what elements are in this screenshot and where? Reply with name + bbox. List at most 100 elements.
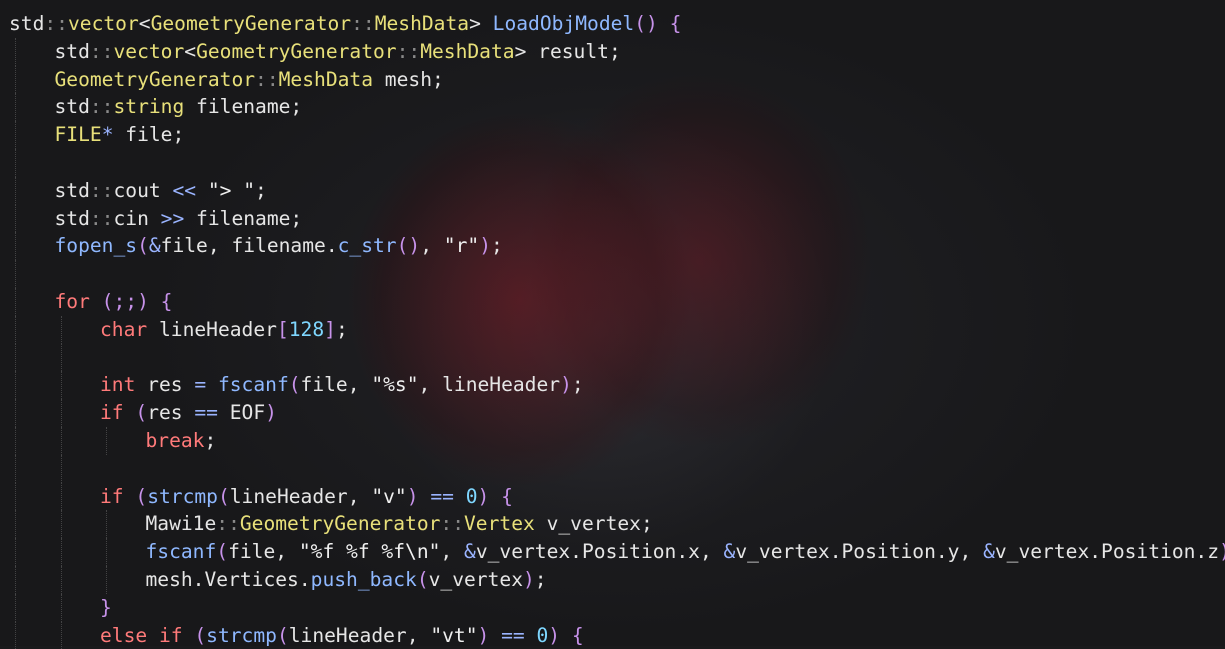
code-token: [454, 485, 466, 508]
code-line[interactable]: for (;;) {: [0, 288, 1225, 316]
code-token: char: [100, 318, 147, 341]
code-token: ;: [204, 429, 216, 452]
indent-guide: [15, 260, 16, 288]
code-line[interactable]: [0, 344, 1225, 372]
code-line[interactable]: if (res == EOF): [0, 399, 1225, 427]
code-token: cin: [113, 207, 160, 230]
code-line[interactable]: fopen_s(&file, filename.c_str(), "r");: [0, 232, 1225, 260]
indent-guide: [15, 121, 16, 149]
code-token: >>: [161, 207, 185, 230]
code-token: GeometryGenerator: [151, 12, 352, 35]
code-token: [525, 624, 537, 647]
indent-guide: [15, 205, 16, 233]
code-token: fscanf: [218, 373, 289, 396]
code-token: MeshData: [375, 12, 469, 35]
code-token: =: [194, 373, 206, 396]
code-line[interactable]: std::cin >> filename;: [0, 205, 1225, 233]
code-token: file,: [301, 373, 372, 396]
code-line[interactable]: std::cout << "> ";: [0, 177, 1225, 205]
code-token: ): [265, 401, 277, 424]
code-token: lineHeader,: [230, 485, 372, 508]
code-token: ;: [572, 373, 584, 396]
code-line-text: std::cout << "> ";: [55, 177, 267, 205]
indent-guide: [61, 483, 62, 511]
code-token: ::: [90, 179, 114, 202]
code-token: ) {: [548, 624, 583, 647]
code-line-text: std::vector<GeometryGenerator::MeshData>…: [55, 38, 621, 66]
indent-guide: [15, 538, 16, 566]
code-line-text: break;: [146, 427, 217, 455]
code-line[interactable]: int res = fscanf(file, "%s", lineHeader)…: [0, 371, 1225, 399]
indent-guide: [106, 427, 107, 455]
indent-guide: [61, 538, 62, 566]
code-line-text: if (strcmp(lineHeader, "v") == 0) {: [100, 483, 513, 511]
indent-guide: [61, 594, 62, 622]
code-line[interactable]: GeometryGenerator::MeshData mesh;: [0, 66, 1225, 94]
code-token: MeshData: [420, 40, 514, 63]
code-token: >: [469, 12, 493, 35]
code-line[interactable]: if (strcmp(lineHeader, "v") == 0) {: [0, 483, 1225, 511]
indent-guide: [61, 316, 62, 344]
code-token: FILE: [55, 123, 102, 146]
code-token: fscanf: [146, 540, 217, 563]
code-line[interactable]: break;: [0, 427, 1225, 455]
code-token: <: [184, 40, 196, 63]
code-token: 0: [536, 624, 548, 647]
code-token: (: [277, 624, 289, 647]
code-token: ): [479, 234, 491, 257]
code-token: ::: [90, 207, 114, 230]
code-line-text: char lineHeader[128];: [100, 316, 348, 344]
code-token: 128: [289, 318, 324, 341]
code-line[interactable]: Mawi1e::GeometryGenerator::Vertex v_vert…: [0, 510, 1225, 538]
code-line[interactable]: std::vector<GeometryGenerator::MeshData>…: [0, 38, 1225, 66]
code-token: &: [464, 540, 476, 563]
code-line[interactable]: [0, 149, 1225, 177]
code-token: }: [100, 596, 112, 619]
code-line[interactable]: else if (strcmp(lineHeader, "vt") == 0) …: [0, 622, 1225, 649]
code-token: cout: [113, 179, 172, 202]
code-line[interactable]: std::string filename;: [0, 93, 1225, 121]
code-token: std: [55, 207, 90, 230]
code-line[interactable]: mesh.Vertices.push_back(v_vertex);: [0, 566, 1225, 594]
indent-guide: [61, 371, 62, 399]
code-token: ::: [216, 512, 240, 535]
code-line[interactable]: char lineHeader[128];: [0, 316, 1225, 344]
code-line[interactable]: [0, 455, 1225, 483]
code-line[interactable]: [0, 260, 1225, 288]
code-token: ::: [440, 512, 464, 535]
code-token: std: [55, 179, 90, 202]
code-token: (): [397, 234, 421, 257]
code-line-text: fopen_s(&file, filename.c_str(), "r");: [55, 232, 503, 260]
code-line-text: if (res == EOF): [100, 399, 277, 427]
code-token: ::: [397, 40, 421, 63]
code-token: fopen_s: [55, 234, 138, 257]
code-token: string: [113, 95, 184, 118]
code-token: ::: [351, 12, 375, 35]
code-line[interactable]: fscanf(file, "%f %f %f\n", &v_vertex.Pos…: [0, 538, 1225, 566]
code-token: std: [55, 95, 90, 118]
indent-guide: [15, 510, 16, 538]
code-token: ;: [535, 568, 547, 591]
code-token: () {: [634, 12, 681, 35]
code-line[interactable]: FILE* file;: [0, 121, 1225, 149]
code-token: Mawi1e: [146, 512, 217, 535]
code-line-text: mesh.Vertices.push_back(v_vertex);: [146, 566, 547, 594]
code-token: GeometryGenerator: [55, 68, 256, 91]
code-line[interactable]: }: [0, 594, 1225, 622]
code-token: (: [183, 624, 207, 647]
code-token: ,: [420, 234, 444, 257]
indent-guide: [61, 427, 62, 455]
indent-guide: [61, 399, 62, 427]
code-token: ]: [324, 318, 336, 341]
code-token: std: [55, 40, 90, 63]
code-token: v_vertex.Position.y,: [735, 540, 983, 563]
code-token: ::: [44, 12, 68, 35]
code-token: if: [100, 401, 124, 424]
code-token: ==: [194, 401, 218, 424]
code-token: *: [102, 123, 114, 146]
code-token: for: [55, 290, 90, 313]
code-token: ) {: [478, 485, 513, 508]
code-token: MeshData: [279, 68, 373, 91]
code-editor[interactable]: std::vector<GeometryGenerator::MeshData>…: [0, 0, 1225, 646]
code-line[interactable]: std::vector<GeometryGenerator::MeshData>…: [0, 10, 1225, 38]
